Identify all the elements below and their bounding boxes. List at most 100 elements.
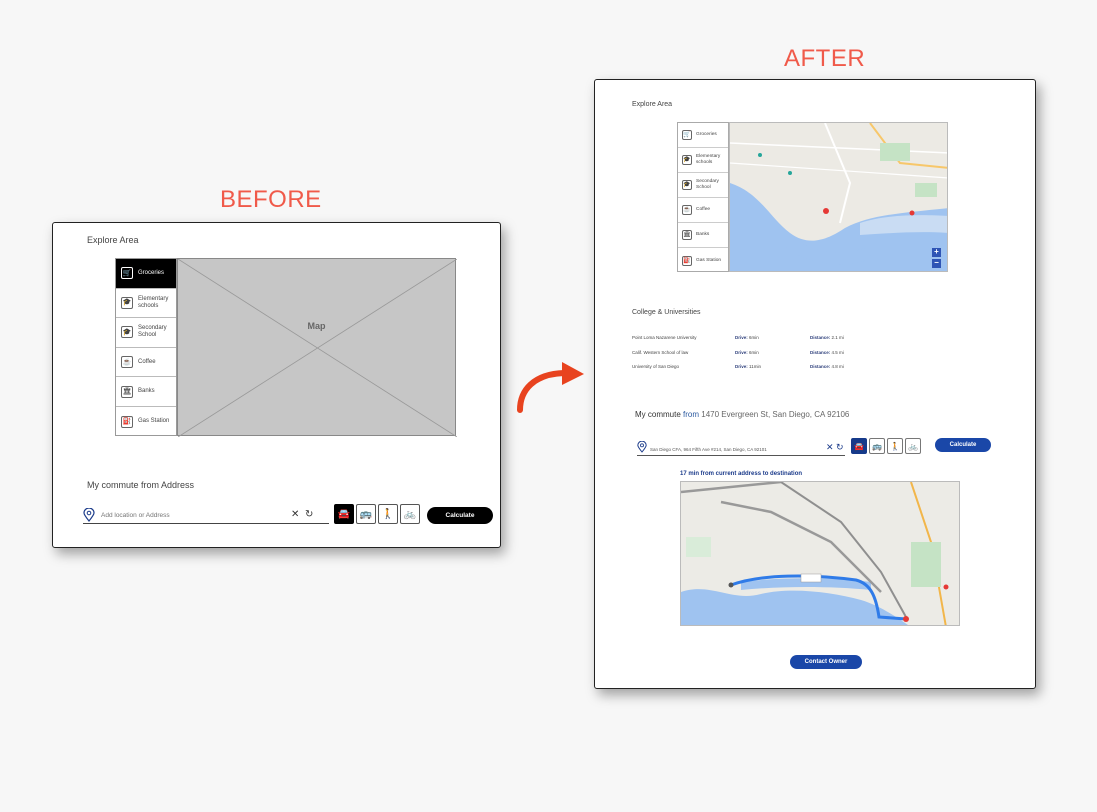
mode-bus-button[interactable]: 🚌	[356, 504, 376, 524]
map-placeholder[interactable]: Map	[177, 258, 457, 437]
category-sidebar: 🛒 Groceries 🎓 Elementary schools 🎓 Secon…	[677, 122, 729, 272]
commute-title: My commute from 1470 Evergreen St, San D…	[635, 410, 849, 419]
college-name: Point Loma Nazarene University	[632, 335, 697, 340]
bus-icon: 🚌	[872, 441, 882, 451]
category-label: Secondary School	[138, 325, 167, 339]
explore-map[interactable]: + −	[729, 122, 948, 272]
bike-icon: 🚲	[403, 508, 417, 520]
zoom-in-button[interactable]: +	[932, 248, 941, 257]
drive-value: 6min	[749, 350, 759, 355]
bank-icon: 🏛	[121, 385, 133, 398]
route-map[interactable]	[680, 481, 960, 626]
college-drive: Drive: 6min	[735, 350, 759, 355]
bike-icon: 🚲	[908, 441, 918, 451]
category-coffee[interactable]: ☕ Coffee	[116, 348, 176, 378]
colleges-title: College & Universities	[632, 309, 701, 316]
category-gas-station[interactable]: ⛽ Gas Station	[116, 407, 176, 437]
category-label: Coffee	[696, 207, 711, 212]
category-elementary-schools[interactable]: 🎓 Elementary schools	[678, 148, 728, 173]
zoom-out-button[interactable]: −	[932, 259, 941, 268]
mode-car-button[interactable]: 🚘	[334, 504, 354, 524]
after-design: Explore Area 🛒 Groceries 🎓 Elementary sc…	[594, 79, 1036, 689]
refresh-icon[interactable]: ↻	[836, 442, 844, 453]
category-banks[interactable]: 🏛 Banks	[116, 377, 176, 407]
bank-icon: 🏛	[682, 230, 692, 240]
school-icon: 🎓	[682, 155, 692, 165]
coffee-icon: ☕	[682, 205, 692, 215]
drive-label: Drive:	[735, 350, 748, 355]
category-secondary-school[interactable]: 🎓 Secondary School	[678, 173, 728, 198]
distance-label: Distance:	[810, 350, 831, 355]
distance-value: 2.1 mi	[831, 335, 844, 340]
destination-input[interactable]: San Diego CFA, 964 Fifth Ave #214, San D…	[650, 447, 820, 452]
mode-bike-button[interactable]: 🚲	[400, 504, 420, 524]
commute-title: My commute from Address	[87, 480, 195, 490]
mode-bike-button[interactable]: 🚲	[905, 438, 921, 454]
college-drive: Drive: 6min	[735, 335, 759, 340]
category-coffee[interactable]: ☕ Coffee	[678, 198, 728, 223]
college-row: Calif. Western School of law	[632, 350, 688, 355]
coffee-icon: ☕	[121, 356, 133, 369]
clear-icon[interactable]: ✕	[291, 509, 299, 520]
category-label: Groceries	[696, 132, 717, 137]
walk-icon: 🚶	[890, 441, 900, 451]
mode-walk-button[interactable]: 🚶	[378, 504, 398, 524]
location-pin-icon	[637, 441, 647, 453]
college-name: Calif. Western School of law	[632, 350, 689, 355]
category-groceries[interactable]: 🛒 Groceries	[678, 123, 728, 148]
school-icon: 🎓	[121, 326, 133, 339]
clear-icon[interactable]: ✕	[826, 442, 834, 453]
drive-value: 11min	[749, 364, 761, 369]
distance-value: 4.5 mi	[831, 350, 844, 355]
category-label: Elementary schools	[138, 295, 169, 309]
category-groceries[interactable]: 🛒 Groceries	[116, 259, 176, 289]
category-label: Secondary School	[696, 179, 719, 190]
category-label: Groceries	[138, 269, 165, 276]
explore-area-title: Explore Area	[87, 235, 139, 245]
car-icon: 🚘	[854, 441, 864, 451]
walk-icon: 🚶	[381, 508, 395, 520]
gas-station-icon: ⛽	[682, 255, 692, 266]
college-drive: Drive: 11min	[735, 364, 761, 369]
curved-arrow-icon	[517, 362, 584, 413]
distance-label: Distance:	[810, 335, 831, 340]
contact-owner-button[interactable]: Contact Owner	[790, 655, 862, 669]
mode-car-button[interactable]: 🚘	[851, 438, 867, 454]
category-label: Elementary schools	[696, 154, 721, 165]
mode-bus-button[interactable]: 🚌	[869, 438, 885, 454]
category-label: Gas Station	[696, 257, 722, 263]
category-label: Banks	[696, 232, 710, 237]
calculate-button[interactable]: Calculate	[427, 507, 493, 524]
college-row: University of San Diego	[632, 364, 679, 369]
category-label: Coffee	[138, 358, 156, 365]
cart-icon: 🛒	[682, 130, 692, 140]
college-row: Point Loma Nazarene University	[632, 335, 697, 340]
calculate-button[interactable]: Calculate	[935, 438, 991, 452]
drive-value: 6min	[749, 335, 759, 340]
drive-label: Drive:	[735, 364, 748, 369]
input-underline	[637, 455, 845, 456]
category-gas-station[interactable]: ⛽ Gas Station	[678, 248, 728, 273]
after-heading: AFTER	[784, 45, 866, 72]
category-secondary-school[interactable]: 🎓 Secondary School	[116, 318, 176, 348]
school-icon: 🎓	[121, 296, 133, 309]
category-elementary-schools[interactable]: 🎓 Elementary schools	[116, 289, 176, 319]
distance-value: 4.8 mi	[831, 364, 844, 369]
college-distance: Distance: 4.8 mi	[810, 364, 844, 369]
college-name: University of San Diego	[632, 364, 680, 369]
category-banks[interactable]: 🏛 Banks	[678, 223, 728, 248]
cart-icon: 🛒	[121, 267, 133, 280]
gas-station-icon: ⛽	[121, 415, 133, 428]
address-input[interactable]	[101, 512, 281, 519]
refresh-icon[interactable]: ↻	[305, 509, 313, 520]
before-heading: BEFORE	[220, 186, 322, 213]
school-icon: 🎓	[682, 180, 692, 190]
commute-address: 1470 Evergreen St, San Diego, CA 92106	[701, 410, 850, 419]
commute-prefix: My commute	[635, 410, 681, 419]
mode-walk-button[interactable]: 🚶	[887, 438, 903, 454]
before-wireframe: Explore Area 🛒 Groceries 🎓 Elementary sc…	[52, 222, 501, 548]
category-label: Banks	[138, 388, 155, 395]
distance-label: Distance:	[810, 364, 831, 369]
commute-from: from	[683, 410, 700, 419]
drive-label: Drive:	[735, 335, 748, 340]
